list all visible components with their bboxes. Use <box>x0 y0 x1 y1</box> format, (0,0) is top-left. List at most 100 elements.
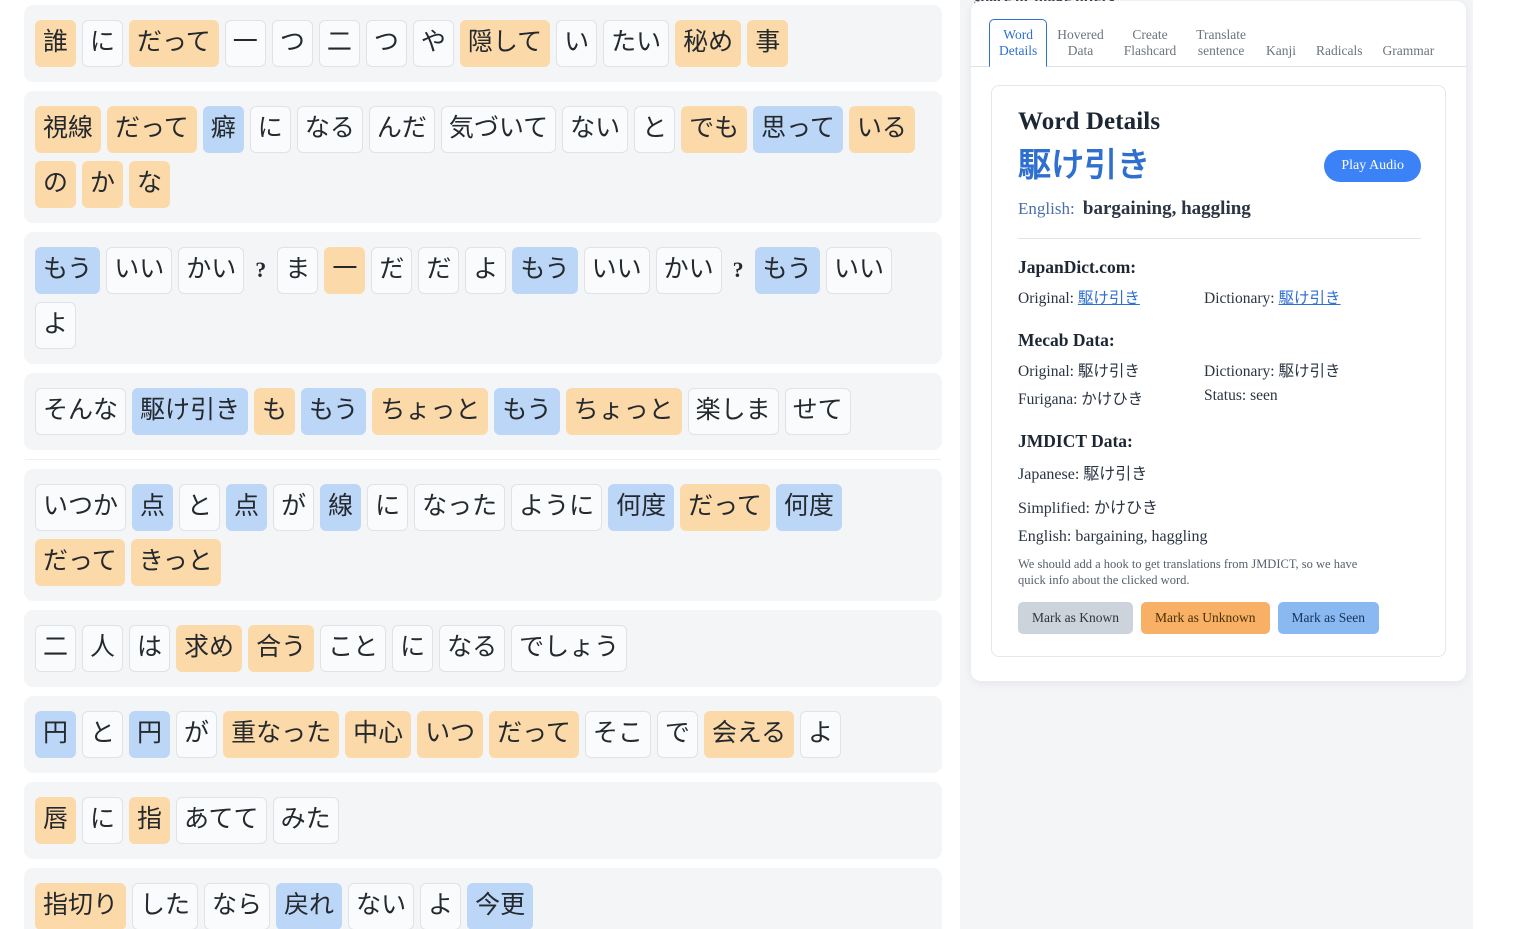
word-token[interactable]: もう <box>494 388 559 435</box>
reader-pane[interactable]: 誰にだって一つ二つや隠していたい秘め事視線だって癖になるんだ気づいてないとでも思… <box>0 0 960 929</box>
word-token[interactable]: だって <box>107 106 197 153</box>
word-token[interactable]: 一 <box>225 20 266 67</box>
word-token[interactable]: かい <box>178 247 244 294</box>
tab-radicals[interactable]: Radicals <box>1306 35 1373 67</box>
word-token[interactable]: 今更 <box>467 883 533 929</box>
word-token[interactable]: せて <box>785 388 851 435</box>
word-token[interactable]: か <box>82 161 123 208</box>
word-token[interactable]: だ <box>418 247 459 294</box>
word-token[interactable]: いい <box>826 247 892 294</box>
word-token[interactable]: 癖 <box>203 106 244 153</box>
word-token[interactable]: 円 <box>129 711 170 758</box>
mark-as-known-button[interactable]: Mark as Known <box>1018 602 1133 634</box>
word-token[interactable]: いい <box>584 247 650 294</box>
word-token[interactable]: いい <box>106 247 172 294</box>
word-token[interactable]: よ <box>800 711 841 758</box>
word-token[interactable]: みた <box>273 797 339 844</box>
word-token[interactable]: の <box>35 161 76 208</box>
mark-as-unknown-button[interactable]: Mark as Unknown <box>1141 602 1270 634</box>
word-token[interactable]: かい <box>656 247 722 294</box>
word-token[interactable]: ちょっと <box>566 388 682 435</box>
word-token[interactable]: 求め <box>176 625 242 672</box>
word-token[interactable]: と <box>634 106 675 153</box>
word-token[interactable]: つ <box>272 20 313 67</box>
word-token[interactable]: 楽しま <box>688 388 779 435</box>
word-token[interactable]: に <box>392 625 433 672</box>
word-token[interactable]: いる <box>849 106 915 153</box>
word-token[interactable]: だって <box>680 484 770 531</box>
word-token[interactable]: だって <box>489 711 579 758</box>
word-token[interactable]: 点 <box>132 484 173 531</box>
word-token[interactable]: 指切り <box>35 883 126 929</box>
word-token[interactable]: ちょっと <box>372 388 488 435</box>
japandict-dictionary-link[interactable]: 駆け引き <box>1278 290 1340 307</box>
tab-word-details[interactable]: Word Details <box>989 19 1047 67</box>
word-token[interactable]: 二 <box>35 625 76 672</box>
word-token[interactable]: 何度 <box>776 484 842 531</box>
word-token[interactable]: 二 <box>319 20 360 67</box>
word-token[interactable]: な <box>129 161 170 208</box>
word-token[interactable]: だ <box>371 247 412 294</box>
word-token[interactable]: で <box>657 711 698 758</box>
word-token[interactable]: 何度 <box>608 484 674 531</box>
mark-as-seen-button[interactable]: Mark as Seen <box>1278 602 1379 634</box>
word-token[interactable]: もう <box>512 247 577 294</box>
word-token[interactable]: ない <box>562 106 628 153</box>
word-token[interactable]: よ <box>35 302 76 349</box>
word-token[interactable]: に <box>82 20 123 67</box>
word-token[interactable]: たい <box>603 20 669 67</box>
word-token[interactable]: 秘め <box>675 20 741 67</box>
word-token[interactable]: なる <box>439 625 505 672</box>
word-token[interactable]: 事 <box>747 20 788 67</box>
word-token[interactable]: もう <box>755 247 820 294</box>
tab-grammar[interactable]: Grammar <box>1372 35 1444 67</box>
word-token[interactable]: 指 <box>129 797 170 844</box>
word-token[interactable]: なった <box>414 484 505 531</box>
word-token[interactable]: ように <box>511 484 602 531</box>
word-token[interactable]: こと <box>320 625 386 672</box>
word-token[interactable]: あてて <box>176 797 267 844</box>
word-token[interactable]: いつか <box>35 484 126 531</box>
word-token[interactable]: なら <box>204 883 270 929</box>
word-token[interactable]: なる <box>297 106 363 153</box>
word-token[interactable]: そんな <box>35 388 126 435</box>
word-token[interactable]: 合う <box>248 625 314 672</box>
word-token[interactable]: でしょう <box>511 625 627 672</box>
word-token[interactable]: きっと <box>131 539 221 586</box>
play-audio-button[interactable]: Play Audio <box>1324 150 1421 182</box>
word-token[interactable]: 円 <box>35 711 76 758</box>
word-token[interactable]: だって <box>129 20 219 67</box>
word-token[interactable]: よ <box>420 883 461 929</box>
word-token[interactable]: 唇 <box>35 797 76 844</box>
word-token[interactable]: でも <box>681 106 747 153</box>
tab-kanji[interactable]: Kanji <box>1256 35 1306 67</box>
word-token[interactable]: もう <box>35 247 100 294</box>
word-token[interactable]: 中心 <box>345 711 411 758</box>
word-token[interactable]: と <box>179 484 220 531</box>
word-token[interactable]: んだ <box>369 106 435 153</box>
word-token[interactable]: 会える <box>704 711 794 758</box>
word-token[interactable]: 隠して <box>460 20 550 67</box>
tab-translate-sentence[interactable]: Translate sentence <box>1186 19 1256 67</box>
word-token[interactable]: つ <box>366 20 407 67</box>
word-token[interactable]: 線 <box>320 484 361 531</box>
word-token[interactable]: が <box>273 484 314 531</box>
word-token[interactable]: もう <box>301 388 366 435</box>
word-token[interactable]: や <box>413 20 454 67</box>
word-token[interactable]: 駆け引き <box>132 388 248 435</box>
word-token[interactable]: と <box>82 711 123 758</box>
word-token[interactable]: に <box>82 797 123 844</box>
word-token[interactable]: 一 <box>324 247 365 294</box>
word-token[interactable]: も <box>254 388 295 435</box>
word-token[interactable]: 誰 <box>35 20 76 67</box>
word-token[interactable]: 視線 <box>35 106 101 153</box>
word-token[interactable]: ま <box>277 247 318 294</box>
tab-create-flashcard[interactable]: Create Flashcard <box>1114 19 1186 67</box>
word-token[interactable]: そこ <box>585 711 651 758</box>
tab-hovered-data[interactable]: Hovered Data <box>1047 19 1113 67</box>
word-token[interactable]: 点 <box>226 484 267 531</box>
word-token[interactable]: は <box>129 625 170 672</box>
word-token[interactable]: 人 <box>82 625 123 672</box>
word-token[interactable]: いつ <box>417 711 483 758</box>
word-token[interactable]: に <box>250 106 291 153</box>
